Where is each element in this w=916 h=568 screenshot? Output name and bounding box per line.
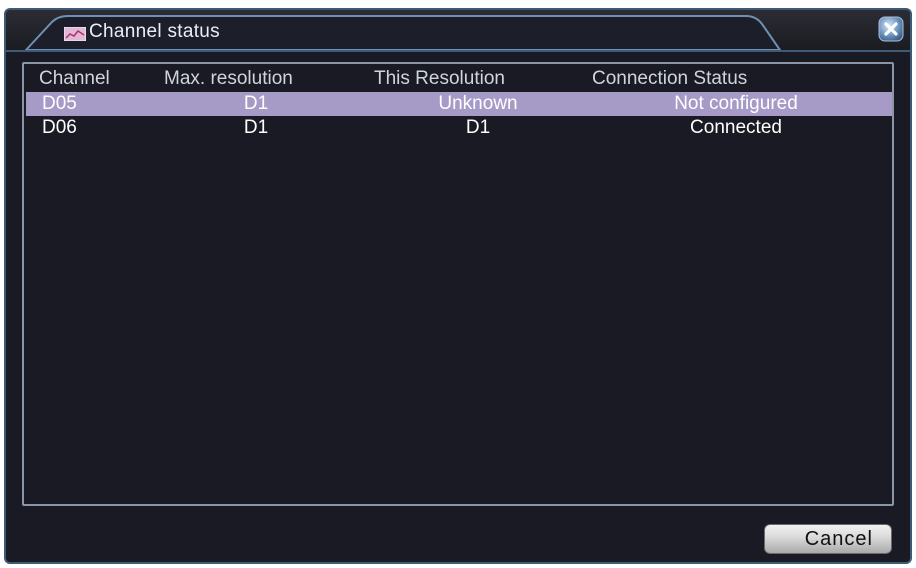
cell-connection-status: Connected [690,117,782,138]
column-header-max-resolution: Max. resolution [164,68,293,89]
cell-max-resolution: D1 [243,93,269,114]
close-icon[interactable] [878,16,904,42]
cell-connection-status: Not configured [674,93,798,114]
cell-max-resolution: D1 [243,117,269,138]
table-header: Channel Max. resolution This Resolution … [24,66,892,92]
column-header-connection-status: Connection Status [592,68,748,89]
dialog-title: Channel status [89,21,220,42]
title-bar: Channel status [6,10,910,52]
cell-this-resolution: D1 [465,117,491,138]
column-header-this-resolution: This Resolution [374,68,505,89]
channel-status-icon [64,27,86,41]
cancel-button[interactable]: Cancel [764,524,892,554]
cell-this-resolution: Unknown [438,93,518,114]
cell-channel: D06 [42,117,77,138]
cell-channel: D05 [42,93,77,114]
column-header-channel: Channel [39,68,110,89]
table-row[interactable]: D05 D1 Unknown Not configured [26,92,892,116]
table-row[interactable]: D06 D1 D1 Connected [26,116,892,140]
channel-table: Channel Max. resolution This Resolution … [22,62,894,506]
channel-status-dialog: Channel status Channel Max. resolution T… [4,8,912,564]
